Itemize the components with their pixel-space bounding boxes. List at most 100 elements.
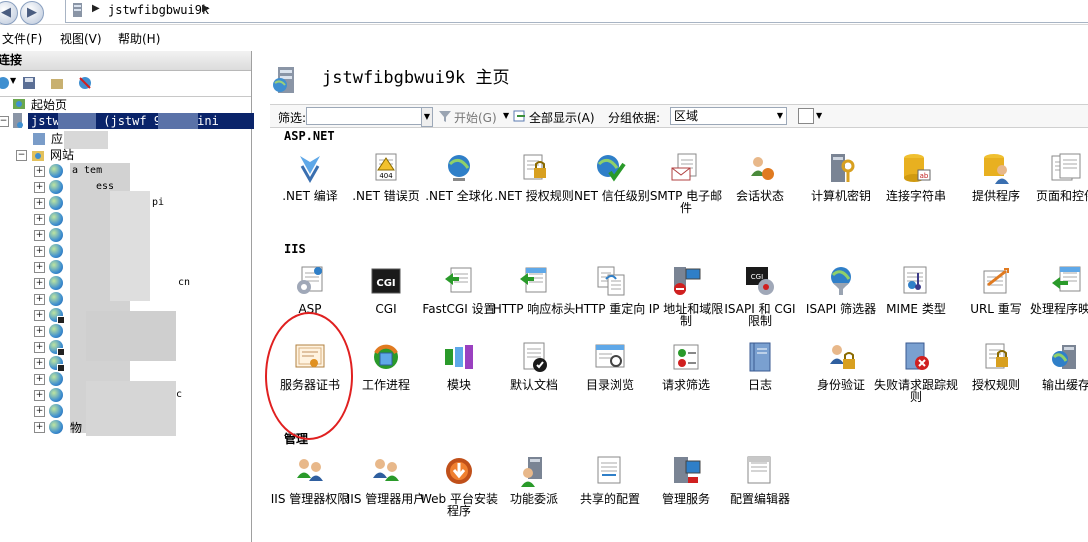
feature-session[interactable]: 会话状态 [722, 152, 798, 224]
feature-globe[interactable]: .NET 全球化 [421, 152, 497, 224]
show-all-button[interactable]: 全部显示(A) [529, 109, 595, 126]
feature-redirect[interactable]: HTTP 重定向 [572, 265, 648, 337]
collapse-icon[interactable]: − [16, 150, 27, 161]
up-icon[interactable] [50, 76, 64, 90]
expand-icon[interactable]: + [34, 214, 45, 225]
feature-net-compile[interactable]: .NET 编译 [272, 152, 348, 224]
breadcrumb-separator-icon[interactable]: ▶ [202, 3, 210, 14]
site-label: cn [178, 277, 191, 288]
expand-icon[interactable]: + [34, 358, 45, 369]
expand-icon[interactable]: + [34, 262, 45, 273]
feature-isapi-filter[interactable]: ISAPI 筛选器 [803, 265, 879, 337]
connect-icon[interactable] [0, 76, 10, 90]
feature-default-doc[interactable]: 默认文档 [496, 341, 572, 413]
expand-icon[interactable]: + [34, 182, 45, 193]
feature-label: 模块 [446, 378, 471, 392]
feature-failed-trace[interactable]: 失败请求跟踪规则 [874, 341, 958, 413]
feature-output-cache[interactable]: 输出缓存 [1028, 341, 1088, 413]
mgr-perm-icon [294, 455, 326, 487]
expand-icon[interactable]: + [34, 326, 45, 337]
save-icon[interactable] [22, 76, 36, 90]
tree-item-server[interactable]: − jstw ui9k (jstwf 9k\Admini [0, 113, 254, 129]
feature-url-rewrite[interactable]: URL 重写 [958, 265, 1034, 337]
expand-icon[interactable]: + [34, 230, 45, 241]
filter-dropdown-button[interactable]: ▼ [421, 107, 433, 127]
group-by-select[interactable]: 区域 [670, 107, 787, 125]
feature-shared-config[interactable]: 共享的配置 [572, 455, 648, 527]
request-filter-icon [670, 341, 702, 373]
expand-icon[interactable]: + [34, 278, 45, 289]
feature-machine-key[interactable]: 计算机密钥 [803, 152, 879, 224]
feature-label: CGI [375, 302, 397, 316]
feature-authz[interactable]: 授权规则 [958, 341, 1034, 413]
menu-file[interactable]: 文件(F) [2, 30, 42, 47]
show-all-icon[interactable] [513, 109, 527, 123]
app-pool-icon [33, 133, 45, 145]
default-doc-icon [518, 341, 550, 373]
view-grid-icon[interactable] [798, 108, 814, 124]
menu-view[interactable]: 视图(V) [60, 30, 102, 47]
feature-modules[interactable]: 模块 [421, 341, 497, 413]
feature-provider[interactable]: 提供程序 [958, 152, 1034, 224]
site-label: 物 [70, 421, 83, 435]
feature-mgr-perm[interactable]: IIS 管理器权限 [271, 455, 349, 527]
dropdown-arrow-icon[interactable]: ▼ [816, 111, 822, 120]
feature-dir-browse[interactable]: 目录浏览 [572, 341, 648, 413]
start-button[interactable]: 开始(G) [454, 109, 497, 126]
feature-ip-restrict[interactable]: IP 地址和域限制 [648, 265, 724, 337]
handler-icon [1050, 265, 1082, 297]
machine-key-icon [825, 152, 857, 184]
feature-email[interactable]: SMTP 电子邮件 [648, 152, 724, 224]
collapse-icon[interactable]: − [0, 116, 9, 127]
menu-help[interactable]: 帮助(H) [118, 30, 160, 47]
disconnect-icon[interactable] [78, 76, 92, 90]
feature-label: MIME 类型 [886, 302, 946, 316]
feature-pages[interactable]: 页面和控件 [1028, 152, 1088, 224]
feature-mgmt-service[interactable]: 管理服务 [648, 455, 724, 527]
feature-delegation[interactable]: 功能委派 [496, 455, 572, 527]
expand-icon[interactable]: + [34, 166, 45, 177]
feature-isapi-cgi[interactable]: CGI ISAPI 和 CGI 限制 [722, 265, 798, 337]
feature-mgr-users[interactable]: IIS 管理器用户 [347, 455, 425, 527]
feature-request-filter[interactable]: 请求筛选 [648, 341, 724, 413]
expand-icon[interactable]: + [34, 390, 45, 401]
site-globe-icon [49, 260, 63, 274]
feature-cgi[interactable]: CGI CGI [348, 265, 424, 337]
feature-handler[interactable]: 处理程序映射 [1028, 265, 1088, 337]
breadcrumb-separator-icon: ▶ [92, 3, 100, 14]
breadcrumb-server[interactable]: jstwfibgbwui9k [108, 3, 209, 17]
dropdown-arrow-icon[interactable]: ▼ [10, 76, 16, 85]
expand-icon[interactable]: + [34, 310, 45, 321]
feature-config-editor[interactable]: 配置编辑器 [722, 455, 798, 527]
feature-error-page[interactable]: 404 .NET 错误页 [348, 152, 424, 224]
feature-auth[interactable]: 身份验证 [803, 341, 879, 413]
expand-icon[interactable]: + [34, 294, 45, 305]
feature-mime[interactable]: MIME 类型 [878, 265, 954, 337]
expand-icon[interactable]: + [34, 374, 45, 385]
forward-button[interactable]: ▶ [20, 1, 44, 25]
filter-input[interactable] [306, 107, 430, 125]
dropdown-arrow-icon[interactable]: ▼ [503, 111, 509, 120]
expand-icon[interactable]: + [34, 342, 45, 353]
feature-lock-doc[interactable]: .NET 授权规则 [494, 152, 574, 224]
feature-worker-process[interactable]: 工作进程 [348, 341, 424, 413]
start-filter-icon[interactable] [438, 109, 452, 123]
address-field[interactable]: ▶ jstwfibgbwui9k ▶ [65, 0, 1088, 23]
feature-web-pi[interactable]: Web 平台安装程序 [420, 455, 498, 527]
feature-label: SMTP 电子邮件 [649, 189, 723, 215]
section-header-aspnet: ASP.NET [284, 129, 335, 143]
feature-http-header[interactable]: HTTP 响应标头 [493, 265, 575, 337]
feature-check-globe[interactable]: .NET 信任级别 [570, 152, 650, 224]
expand-icon[interactable]: + [34, 198, 45, 209]
dropdown-arrow-icon[interactable]: ▼ [775, 107, 785, 125]
feature-label: 功能委派 [509, 492, 558, 506]
expand-icon[interactable]: + [34, 406, 45, 417]
expand-icon[interactable]: + [34, 422, 45, 433]
pages-icon [1050, 152, 1082, 184]
svg-text:ab: ab [920, 172, 929, 180]
feature-logging[interactable]: 日志 [722, 341, 798, 413]
back-button[interactable]: ◀ [0, 1, 18, 25]
feature-db-string[interactable]: ab 连接字符串 [878, 152, 954, 224]
feature-fastcgi[interactable]: FastCGI 设置 [421, 265, 497, 337]
expand-icon[interactable]: + [34, 246, 45, 257]
